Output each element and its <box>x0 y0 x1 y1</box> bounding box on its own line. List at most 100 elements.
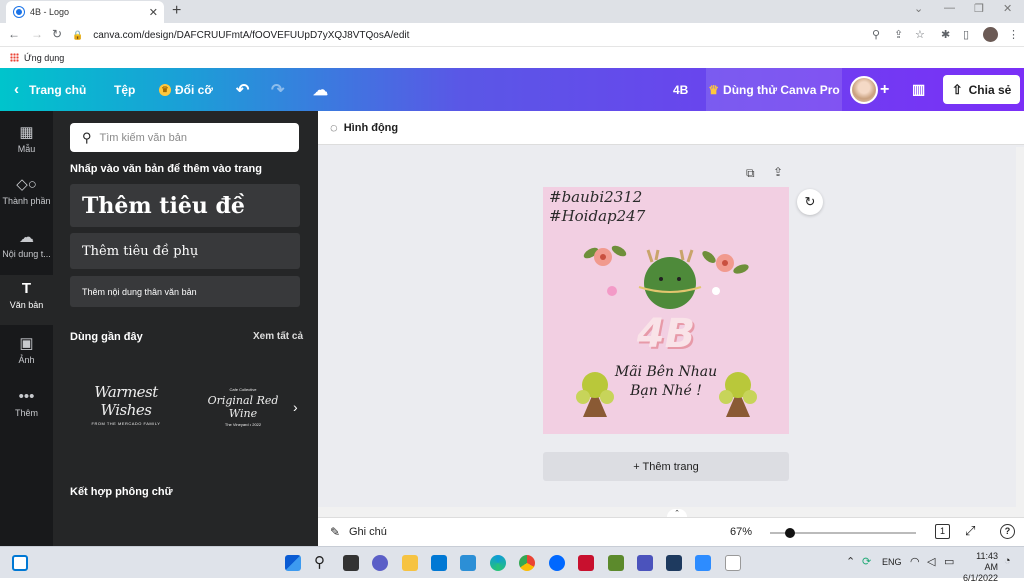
zoom-icon[interactable]: ⚲ <box>872 28 880 41</box>
file-explorer-icon[interactable] <box>402 555 418 571</box>
url-field[interactable]: 🔒 canva.com/design/DAFCRUUFmtA/fOOVEFUUp… <box>72 26 862 44</box>
reload-icon[interactable]: ↻ <box>52 27 62 41</box>
edge-icon[interactable] <box>490 555 506 571</box>
zalo-icon[interactable] <box>549 555 565 571</box>
see-all-link[interactable]: Xem tất cả <box>253 331 303 342</box>
snipping-tool-icon[interactable] <box>725 555 741 571</box>
resize-label: Đổi cỡ <box>175 82 213 97</box>
forward-icon[interactable]: → <box>31 27 43 41</box>
tab-title: 4B - Logo <box>30 7 70 17</box>
bookmark-star-icon[interactable]: ☆ <box>915 28 925 41</box>
chevron-right-icon[interactable]: › <box>293 399 298 415</box>
browser-menu-icon[interactable]: ⋮ <box>1008 28 1019 41</box>
vertical-scrollbar[interactable] <box>1016 147 1024 509</box>
task-view-icon[interactable] <box>343 555 359 571</box>
wifi-icon[interactable]: ◠ <box>910 555 920 568</box>
zoom-slider-thumb[interactable] <box>785 528 795 538</box>
undo-button[interactable]: ↶ <box>236 68 249 111</box>
mail-icon[interactable] <box>431 555 447 571</box>
browser-tab[interactable]: 4B - Logo ✕ <box>6 1 164 23</box>
recent-font-warmest-wishes[interactable]: Warmest Wishes FROM THE MERCADO FAMILY <box>71 383 181 426</box>
dragon-mascot-icon <box>638 249 702 309</box>
design-line-1[interactable]: Mãi Bên Nhau <box>543 364 789 380</box>
profile-avatar[interactable] <box>983 27 998 42</box>
help-icon[interactable]: ? <box>1000 524 1015 539</box>
mcafee-icon[interactable] <box>578 555 594 571</box>
clock[interactable]: 11:43 AM 6/1/2022 <box>962 551 998 584</box>
resize-button[interactable]: ♛ Đổi cỡ <box>159 68 213 111</box>
chevron-up-icon: ⌃ <box>674 510 680 517</box>
share-button[interactable]: ⇧ Chia sẻ <box>943 75 1020 104</box>
add-page-icon[interactable]: ⇪ <box>773 165 783 179</box>
side-panel-icon[interactable]: ▯ <box>963 28 969 41</box>
app-icon[interactable] <box>666 555 682 571</box>
design-line-2[interactable]: Bạn Nhé ! <box>543 383 789 399</box>
teams-icon[interactable] <box>637 555 653 571</box>
chevron-up-icon[interactable]: ⌃ <box>846 555 855 568</box>
design-page[interactable]: #baubi2312 #Hoidap247 4B Mãi Bên Nhau Bạ… <box>543 187 789 434</box>
bookmarks-bar: Ứng dụng <box>0 47 1024 68</box>
add-subheading-button[interactable]: Thêm tiêu đề phụ <box>70 233 300 269</box>
rail-label: Thành phần <box>2 196 51 206</box>
file-label: Tệp <box>114 82 136 97</box>
try-pro-button[interactable]: ♛ Dùng thử Canva Pro <box>706 68 842 111</box>
zoom-level[interactable]: 67% <box>730 526 752 538</box>
battery-icon[interactable]: ▭ <box>944 555 954 568</box>
volume-icon[interactable]: ◁ <box>927 555 935 568</box>
home-button[interactable]: ‹ Trang chủ <box>14 68 86 111</box>
text-search-input[interactable]: ⚲ Tìm kiếm văn bản <box>70 123 299 152</box>
rail-item-more[interactable]: ••• Thêm <box>0 387 53 431</box>
apps-bookmark[interactable]: Ứng dụng <box>24 53 64 63</box>
widgets-icon[interactable] <box>12 555 28 571</box>
insights-button[interactable]: ▥ <box>912 68 925 111</box>
tab-search-icon[interactable]: ⌄ <box>914 2 923 15</box>
show-pages-toggle[interactable]: ⌃ <box>667 509 687 517</box>
plus-icon: + <box>880 80 890 98</box>
rail-item-uploads[interactable]: ☁ Nội dung t... <box>0 228 53 272</box>
chrome-icon[interactable] <box>519 555 535 571</box>
letter-app-icon[interactable] <box>460 555 476 571</box>
url-text: canva.com/design/DAFCRUUFmtA/fOOVEFUUpD7… <box>93 29 410 41</box>
file-menu-button[interactable]: Tệp <box>114 68 135 111</box>
language-indicator[interactable]: ENG <box>882 557 902 567</box>
minecraft-icon[interactable] <box>608 555 624 571</box>
minimize-icon[interactable]: — <box>944 2 955 14</box>
design-title[interactable]: 4B <box>673 68 688 111</box>
add-collaborator-button[interactable]: + <box>880 68 889 111</box>
close-window-icon[interactable]: ✕ <box>1003 2 1012 15</box>
cloud-save-button[interactable]: ☁ <box>313 68 328 111</box>
share-label: Chia sẻ <box>968 82 1012 97</box>
add-body-text-button[interactable]: Thêm nội dung thân văn bản <box>70 276 300 307</box>
rail-item-text[interactable]: T Văn bản <box>0 275 53 325</box>
add-page-button[interactable]: + Thêm trang <box>543 452 789 481</box>
close-tab-icon[interactable]: ✕ <box>149 6 158 19</box>
duplicate-page-icon[interactable]: ⧉ <box>746 166 755 181</box>
redo-button[interactable]: ↷ <box>271 68 284 111</box>
new-tab-button[interactable]: + <box>172 2 181 20</box>
tray-sync-icon[interactable]: ⟳ <box>862 555 871 568</box>
refresh-comment-button[interactable]: ↻ <box>797 189 823 215</box>
redo-icon: ↷ <box>271 81 285 99</box>
back-icon[interactable]: ← <box>8 27 20 41</box>
fullscreen-icon[interactable]: ⤢ <box>965 523 975 539</box>
recent-font-original-red-wine[interactable]: Cafe Collective Original Red Wine The Vi… <box>193 387 293 427</box>
share-page-icon[interactable]: ⇪ <box>894 28 903 41</box>
user-avatar[interactable] <box>850 76 878 104</box>
design-big-text[interactable]: 4B <box>543 311 789 357</box>
add-heading-button[interactable]: Thêm tiêu đề <box>70 184 300 227</box>
apps-grid-icon <box>10 53 19 62</box>
page-count-button[interactable]: 1 <box>935 524 950 539</box>
editor-toolbar: ◌ Hình động <box>318 111 1024 145</box>
animate-button[interactable]: Hình động <box>344 122 398 134</box>
zoom-app-icon[interactable] <box>695 555 711 571</box>
search-icon[interactable]: ⚲ <box>314 555 330 571</box>
chat-icon[interactable] <box>372 555 388 571</box>
notification-icon[interactable]: ◔ <box>1004 555 1011 567</box>
rail-item-photos[interactable]: ▣ Ảnh <box>0 334 53 378</box>
notes-button[interactable]: Ghi chú <box>349 526 387 538</box>
restore-icon[interactable]: ❐ <box>974 2 984 15</box>
rail-item-elements[interactable]: ◇○ Thành phần <box>0 175 53 219</box>
start-icon[interactable] <box>285 555 301 571</box>
extensions-icon[interactable]: ✱ <box>941 28 950 41</box>
rail-item-templates[interactable]: ▦ Mẫu <box>0 123 53 167</box>
